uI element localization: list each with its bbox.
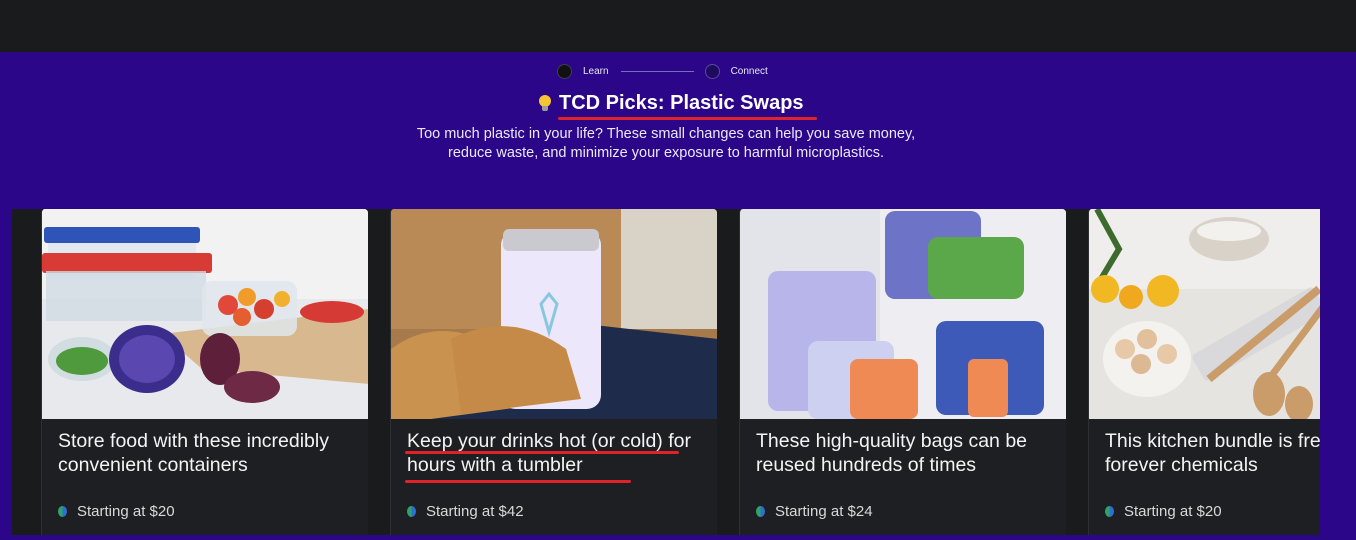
card-image-kitchen-bundle[interactable] <box>1089 209 1320 419</box>
step-label-learn[interactable]: Learn <box>583 66 609 77</box>
price-dot-icon <box>1105 506 1114 517</box>
card-image-containers[interactable] <box>42 209 368 419</box>
card-title[interactable]: These high-quality bags can be reused hu… <box>756 429 1056 477</box>
title-annotation-underline <box>405 451 679 454</box>
step-dot-connect[interactable] <box>704 63 720 79</box>
card-price-text: Starting at $20 <box>1124 503 1222 520</box>
card-image-bags[interactable] <box>740 209 1066 419</box>
product-card-containers[interactable]: Store food with these incredibly conveni… <box>41 209 368 535</box>
card-price: Starting at $20 <box>1105 503 1222 520</box>
step-dot-learn[interactable] <box>557 63 572 79</box>
top-bar <box>0 0 1356 52</box>
card-image-tumbler[interactable] <box>391 209 717 419</box>
price-dot-icon <box>407 506 416 517</box>
price-dot-icon <box>756 506 765 517</box>
insulated-tumbler-photo <box>391 209 717 419</box>
card-price: Starting at $20 <box>58 503 175 520</box>
card-title[interactable]: This kitchen bundle is free of forever c… <box>1105 429 1320 477</box>
card-price-text: Starting at $24 <box>775 503 873 520</box>
cards-carousel: Store food with these incredibly conveni… <box>12 209 1320 535</box>
silicone-bags-photo <box>740 209 1066 419</box>
step-label-connect[interactable]: Connect <box>731 66 768 77</box>
product-card-bags[interactable]: These high-quality bags can be reused hu… <box>739 209 1066 535</box>
card-price-text: Starting at $20 <box>77 503 175 520</box>
section-title-row: TCD Picks: Plastic Swaps <box>537 92 804 115</box>
product-card-kitchen-bundle[interactable]: This kitchen bundle is free of forever c… <box>1088 209 1320 535</box>
card-price: Starting at $42 <box>407 503 524 520</box>
card-title[interactable]: Store food with these incredibly conveni… <box>58 429 358 477</box>
title-annotation-underline <box>405 480 631 483</box>
progress-stepper: Learn Connect <box>557 63 768 79</box>
lightbulb-icon <box>537 94 553 114</box>
price-dot-icon <box>58 506 67 517</box>
card-price: Starting at $24 <box>756 503 873 520</box>
section-subtitle: Too much plastic in your life? These sma… <box>416 126 916 161</box>
card-price-text: Starting at $42 <box>426 503 524 520</box>
wooden-kitchen-utensils-photo <box>1089 209 1320 419</box>
step-connector <box>620 70 694 72</box>
section-title: TCD Picks: Plastic Swaps <box>559 92 804 114</box>
product-card-tumbler[interactable]: Keep your drinks hot (or cold) for hours… <box>390 209 717 535</box>
glass-food-containers-photo <box>42 209 368 419</box>
title-annotation-underline <box>558 117 817 120</box>
